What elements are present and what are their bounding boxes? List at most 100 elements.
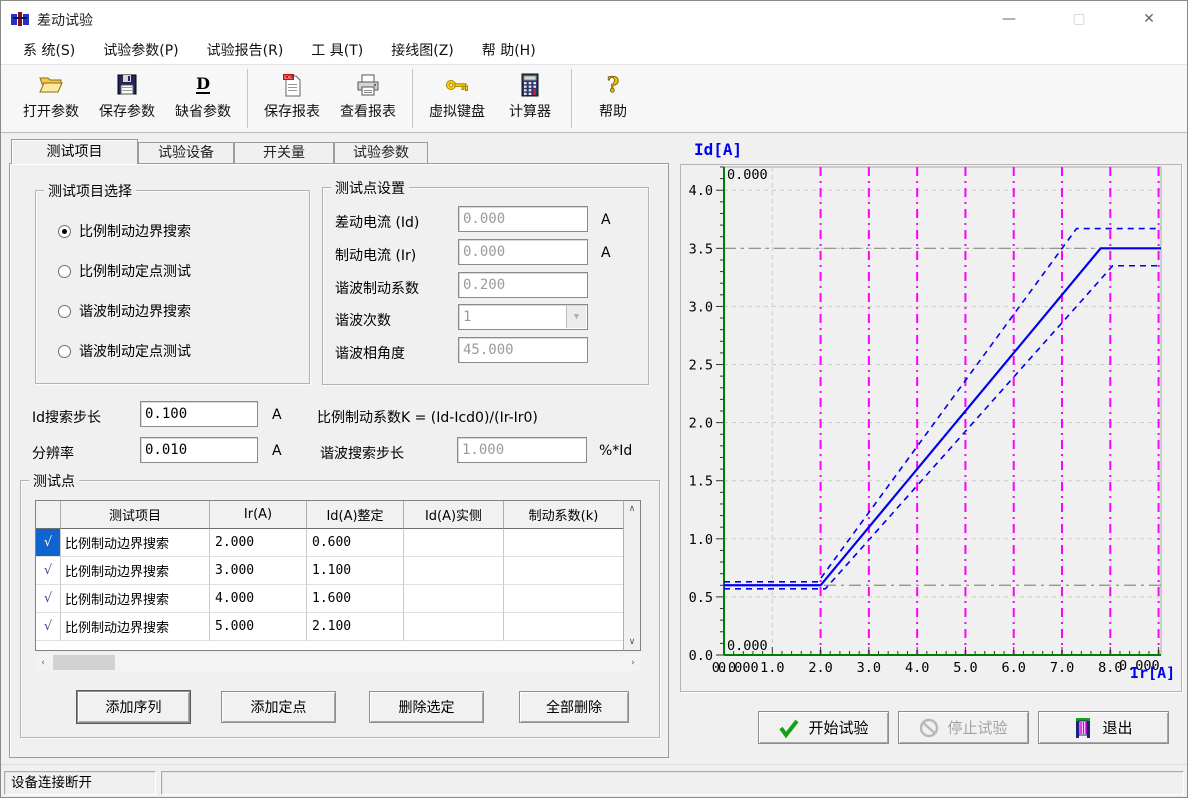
header-id-actual: Id(A)实侧: [404, 501, 504, 529]
key-icon: [444, 70, 470, 100]
tab-test-items[interactable]: 测试项目: [11, 139, 138, 164]
diff-current-input[interactable]: 0.000: [458, 206, 588, 232]
open-folder-icon: [38, 70, 64, 100]
open-params-button[interactable]: 打开参数: [13, 65, 89, 132]
help-button[interactable]: ? 帮助: [578, 65, 648, 132]
calculator-button[interactable]: 计算器: [495, 65, 565, 132]
cell-ir: 2.000: [210, 529, 307, 557]
field-unit: A: [601, 245, 611, 261]
scroll-down-icon[interactable]: ∨: [624, 634, 640, 650]
table-vertical-scrollbar[interactable]: ∧ ∨: [623, 500, 641, 651]
tab-test-params[interactable]: 试验参数: [334, 142, 428, 164]
view-report-button[interactable]: 查看报表: [330, 65, 406, 132]
close-icon[interactable]: ✕: [1127, 5, 1171, 33]
harmonic-step-label: 谐波搜索步长: [320, 443, 404, 463]
menu-system[interactable]: 系 统(S): [9, 38, 89, 64]
stop-test-button[interactable]: 停止试验: [898, 711, 1029, 744]
table-row[interactable]: √ 比例制动边界搜索 5.000 2.100: [36, 613, 640, 641]
cell-id-actual: [404, 585, 504, 613]
tab-test-device[interactable]: 试验设备: [138, 142, 234, 164]
table-row[interactable]: √ 比例制动边界搜索 2.000 0.600: [36, 529, 640, 557]
toolbar-label: 保存参数: [99, 101, 155, 121]
save-params-button[interactable]: 保存参数: [89, 65, 165, 132]
scroll-right-icon[interactable]: ›: [625, 655, 641, 671]
cell-id-set: 1.600: [307, 585, 404, 613]
stop-slash-icon: [919, 718, 939, 738]
connection-status: 设备连接断开: [4, 771, 156, 795]
svg-text:2.0: 2.0: [808, 660, 832, 676]
add-point-button[interactable]: 添加定点: [221, 691, 336, 723]
field-unit: A: [601, 212, 611, 228]
group-title: 测试点设置: [331, 178, 409, 198]
row-check-icon[interactable]: √: [36, 557, 61, 585]
add-sequence-button[interactable]: 添加序列: [77, 691, 190, 723]
menu-test-params[interactable]: 试验参数(P): [89, 38, 192, 64]
ratio-coeff-formula: 比例制动系数K = (Id-Icd0)/(Ir-Ir0): [317, 407, 538, 427]
cell-k: [504, 557, 624, 585]
header-item: 测试项目: [61, 501, 210, 529]
harmonic-phase-input[interactable]: 45.000: [458, 337, 588, 363]
start-test-button[interactable]: 开始试验: [758, 711, 889, 744]
row-check-icon[interactable]: √: [36, 529, 61, 557]
toolbar-separator: [412, 69, 413, 128]
field-label: 谐波相角度: [335, 343, 405, 363]
question-mark-icon: ?: [603, 70, 623, 100]
svg-text:3.0: 3.0: [689, 299, 713, 315]
scrollbar-thumb[interactable]: [53, 655, 115, 670]
radio-label: 谐波制动定点测试: [79, 341, 191, 361]
svg-text:6.0: 6.0: [1002, 660, 1026, 676]
brake-current-input[interactable]: 0.000: [458, 239, 588, 265]
cell-ir: 4.000: [210, 585, 307, 613]
svg-text:Ir[A]: Ir[A]: [1130, 664, 1175, 682]
chevron-down-icon[interactable]: ▼: [566, 306, 586, 328]
chart-y-axis-label: Id[A]: [694, 140, 742, 159]
resolution-input[interactable]: 0.010: [140, 437, 258, 463]
scroll-left-icon[interactable]: ‹: [35, 655, 51, 671]
exit-button[interactable]: 退出: [1038, 711, 1169, 744]
test-point-settings-group: 测试点设置 差动电流 (Id) 0.000 A 制动电流 (Ir) 0.000 …: [322, 187, 649, 385]
menu-tools[interactable]: 工 具(T): [297, 38, 377, 64]
minimize-icon[interactable]: —: [987, 5, 1031, 33]
menu-help[interactable]: 帮 助(H): [468, 38, 550, 64]
radio-ratio-brake-fixed-point-test[interactable]: 比例制动定点测试: [58, 261, 191, 281]
harmonic-search-step-input[interactable]: 1.000: [457, 437, 587, 463]
row-check-icon[interactable]: √: [36, 613, 61, 641]
toolbar-label: 虚拟键盘: [429, 101, 485, 121]
save-report-button[interactable]: EXL 保存报表: [254, 65, 330, 132]
toolbar-label: 计算器: [509, 101, 551, 121]
combo-value: 1: [463, 309, 471, 325]
delete-all-button[interactable]: 全部删除: [519, 691, 629, 723]
radio-label: 谐波制动边界搜索: [79, 301, 191, 321]
scroll-up-icon[interactable]: ∧: [624, 501, 640, 517]
row-check-icon[interactable]: √: [36, 585, 61, 613]
group-title: 测试项目选择: [44, 181, 136, 201]
radio-harmonic-brake-fixed-point-test[interactable]: 谐波制动定点测试: [58, 341, 191, 361]
svg-text:0.5: 0.5: [689, 590, 713, 606]
virtual-keyboard-button[interactable]: 虚拟键盘: [419, 65, 495, 132]
cell-item: 比例制动边界搜索: [61, 585, 210, 613]
id-search-step-input[interactable]: 0.100: [140, 401, 258, 427]
cell-k: [504, 529, 624, 557]
harmonic-brake-coeff-input[interactable]: 0.200: [458, 272, 588, 298]
test-points-table[interactable]: 测试项目 Ir(A) Id(A)整定 Id(A)实侧 制动系数(k) √ 比例制…: [35, 500, 641, 651]
cell-id-actual: [404, 613, 504, 641]
menu-wiring-diagram[interactable]: 接线图(Z): [377, 38, 468, 64]
maximize-icon[interactable]: ▢: [1057, 5, 1101, 33]
default-params-button[interactable]: D 缺省参数: [165, 65, 241, 132]
table-row[interactable]: √ 比例制动边界搜索 3.000 1.100: [36, 557, 640, 585]
harmonic-step-unit: %*Id: [599, 443, 632, 459]
toolbar-label: 缺省参数: [175, 101, 231, 121]
harmonic-order-select[interactable]: 1 ▼: [458, 304, 588, 330]
table-horizontal-scrollbar[interactable]: ‹ ›: [35, 654, 641, 671]
menu-test-report[interactable]: 试验报告(R): [193, 38, 298, 64]
calculator-icon: [520, 70, 540, 100]
radio-ratio-brake-boundary-search[interactable]: 比例制动边界搜索: [58, 221, 191, 241]
svg-text:3.0: 3.0: [857, 660, 881, 676]
radio-harmonic-brake-boundary-search[interactable]: 谐波制动边界搜索: [58, 301, 191, 321]
radio-icon: [58, 225, 71, 238]
tab-switch-input[interactable]: 开关量: [234, 142, 334, 164]
table-row[interactable]: √ 比例制动边界搜索 4.000 1.600: [36, 585, 640, 613]
delete-selected-button[interactable]: 删除选定: [369, 691, 484, 723]
svg-text:0.0: 0.0: [689, 648, 713, 664]
status-bar: 设备连接断开: [1, 764, 1187, 798]
